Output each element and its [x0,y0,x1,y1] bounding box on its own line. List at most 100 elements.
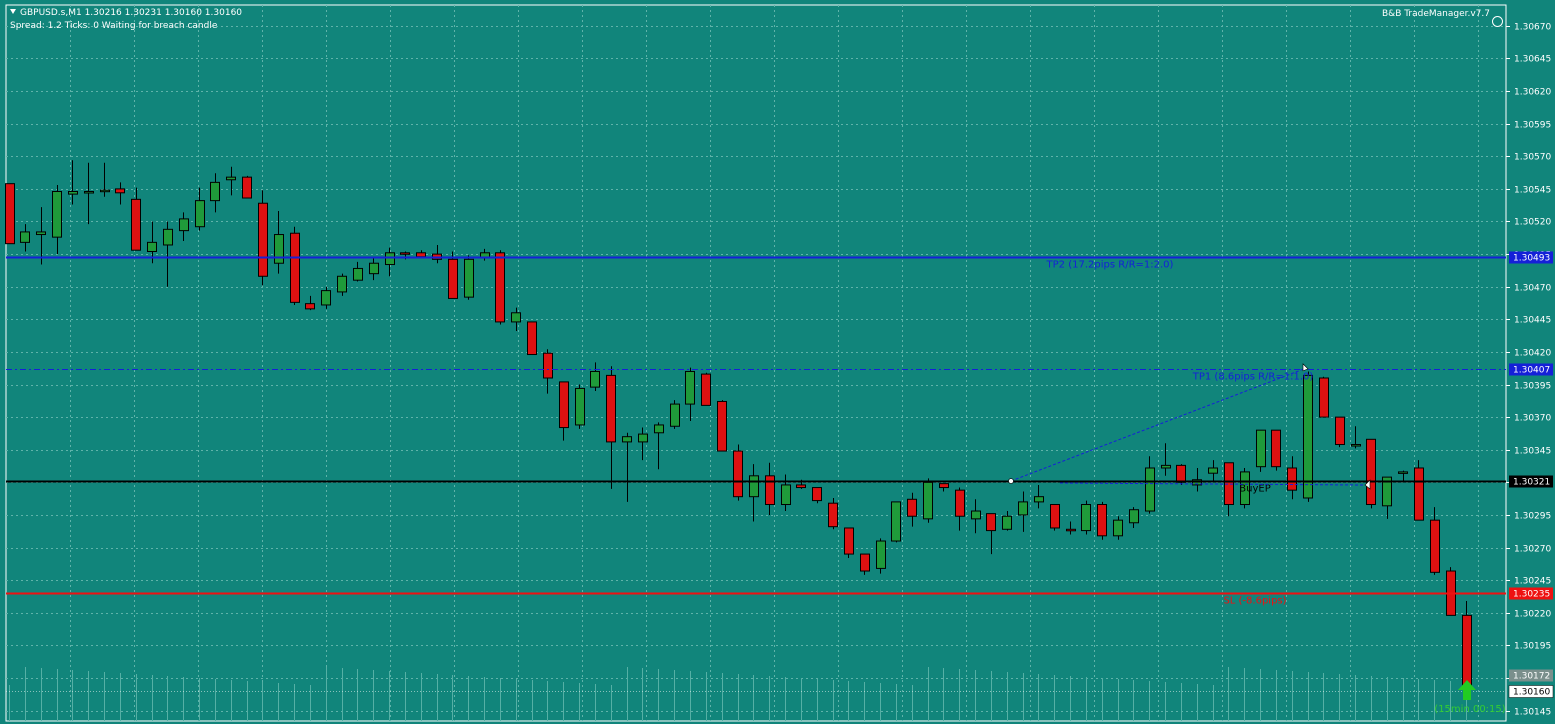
candle-bull [749,475,759,498]
candle-bear [559,381,569,429]
y-tick-label: 1.30420 [1514,349,1551,359]
y-tick-label: 1.30245 [1514,577,1551,587]
candle-bull [971,510,981,520]
y-tick-label: 1.30620 [1514,88,1551,98]
candle-bear [1430,519,1440,573]
candle-bull [1113,519,1123,537]
candle-bear [939,483,949,489]
bid-price-text: 1.30160 [1513,688,1550,698]
candle-bull [638,433,648,443]
y-tick-label: 1.30345 [1514,447,1551,457]
candle-bull [876,540,886,569]
candle-timer: (15min 00:15) [1434,704,1505,715]
candle-bear [1287,467,1297,491]
y-tick-label: 1.30445 [1514,316,1551,326]
candle-bull [891,501,901,542]
candle-bear [860,553,870,572]
brand-text: B&B TradeManager.v7.7 [1382,9,1490,19]
candle-bull [1081,504,1091,532]
candle-bear [242,176,252,199]
candle-bull [36,231,46,236]
y-tick-label: 1.30395 [1514,382,1551,392]
candle-bear [1462,614,1472,688]
candle-bull [369,262,379,275]
candle-bear [765,475,775,506]
candle-bear [495,252,505,323]
price-axis[interactable]: 1.30670 1.30645 1.30620 1.30595 1.30570 1.305… [1506,23,1554,718]
candle-bull [20,231,30,243]
y-tick-label: 1.30145 [1514,708,1551,718]
candle-bear [1366,438,1376,506]
candle-bear [290,232,300,303]
candle-bull [590,370,600,388]
candle-bear [1414,467,1424,521]
candle-bear [416,252,426,258]
candle-bull [179,218,189,232]
candle-bear [812,487,822,502]
candle-bull [100,189,110,193]
level-text-sl: SL (-8.6pips) [1223,596,1286,607]
candle-bull [195,200,205,228]
candle-bull [321,290,331,306]
candle-bear [131,198,141,251]
candle-bull [1018,501,1028,516]
candle-bear [986,513,996,532]
collapse-triangle-icon[interactable] [10,9,16,14]
candle-bear [701,373,711,406]
candle-bear [717,400,727,452]
candle-bear [907,498,917,517]
candle-bull [511,312,521,323]
candle-bull [464,258,474,298]
candle-bull [147,241,157,252]
candle-bull [1002,515,1012,530]
candle-bear [448,258,458,299]
candle-bear [606,374,616,443]
candle-bear [115,188,125,194]
candle-bull [1034,496,1044,503]
candle-bear [527,321,537,356]
status-line: Spread: 1.2 Ticks: 0 Waiting for breach … [10,21,218,31]
candle-bear [828,502,838,528]
candle-bear [258,202,268,277]
price-chart[interactable]: TP2 (17.2pips R/R=1:2.0) TP1 (8.6pips R/R… [0,0,1555,724]
candle-bull [923,481,933,520]
candle-bull [274,234,284,264]
candle-bear [1066,528,1076,532]
candle-bear [1319,377,1329,418]
candle-bull [654,424,664,434]
candle-bull [1145,467,1155,512]
y-tick-label: 1.30545 [1514,186,1551,196]
candle-bull [1351,444,1361,447]
candle-bear [1271,429,1281,468]
y-tick-label: 1.30470 [1514,284,1551,294]
price-tag-text-tp1: 1.30407 [1513,366,1550,376]
y-tick-label: 1.30670 [1514,23,1551,33]
y-tick-label: 1.30520 [1514,218,1551,228]
symbol-quote: GBPUSD.s,M1 1.30216 1.30231 1.30160 1.30… [20,8,243,18]
candle-bull [1129,509,1139,524]
y-tick-label: 1.30270 [1514,545,1551,555]
candle-bull [1398,471,1408,474]
candle-bull [1303,374,1313,499]
candle-bull [353,267,363,281]
candle-bear [1050,504,1060,529]
candle-bull [385,252,395,266]
candle-bull [1161,464,1171,469]
candle-bull [52,190,62,238]
brand-label: B&B TradeManager.v7.7:) [1382,9,1503,27]
price-tag-text-entry: 1.30321 [1513,478,1550,488]
candle-bull [68,190,78,195]
candle-bull [685,370,695,405]
candle-bull [670,403,680,427]
level-text-entry: BuyEP [1239,484,1270,495]
smiley-icon: :) [1492,16,1503,27]
entry-marker[interactable] [1008,478,1014,484]
y-tick-label: 1.30570 [1514,153,1551,163]
y-tick-label: 1.30295 [1514,512,1551,522]
candle-bull [1256,429,1266,468]
level-text-tp2: TP2 (17.2pips R/R=1:2.0) [1046,260,1174,271]
candle-bear [1176,464,1186,483]
candle-bear [844,527,854,555]
candle-bull [781,484,791,506]
candle-bear [1335,416,1345,446]
